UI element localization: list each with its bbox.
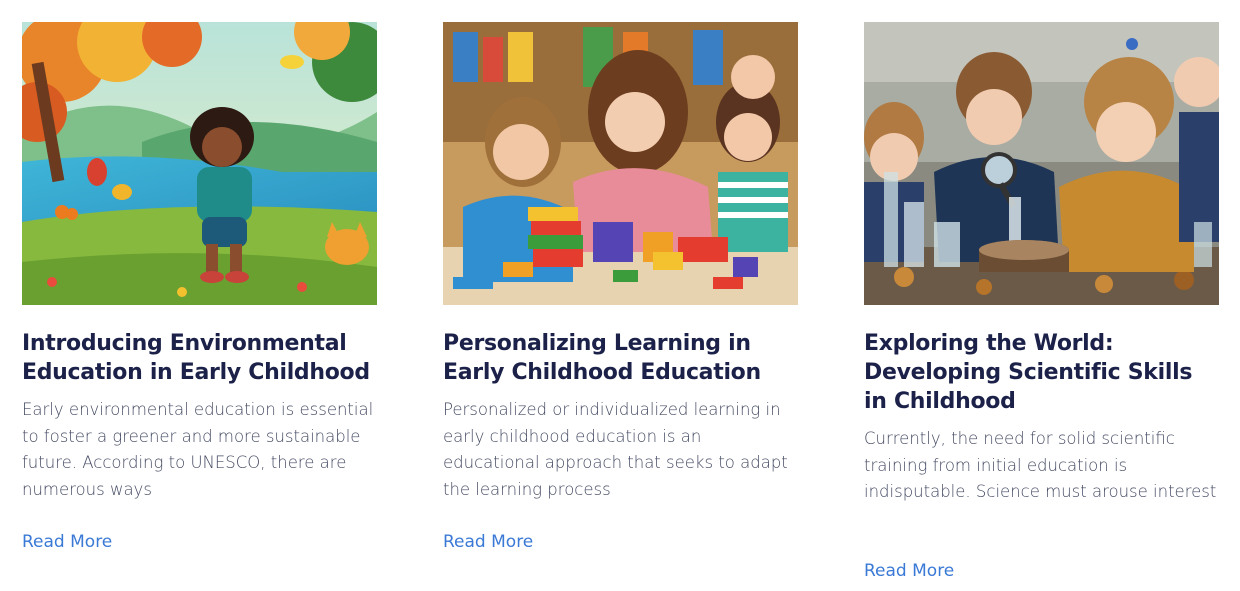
children-playing-with-blocks-photo <box>443 22 798 305</box>
read-more-link[interactable]: Read More <box>22 532 112 552</box>
article-excerpt: Personalized or individualized learning … <box>443 400 788 499</box>
article-thumbnail[interactable] <box>22 22 377 305</box>
child-in-nature-illustration <box>22 22 377 305</box>
article-title[interactable]: Introducing Environmental Education in E… <box>22 329 377 387</box>
article-thumbnail[interactable] <box>864 22 1219 305</box>
read-more-link[interactable]: Read More <box>443 532 533 552</box>
blog-grid: Introducing Environmental Education in E… <box>0 0 1240 591</box>
article-title[interactable]: Exploring the World: Developing Scientif… <box>864 329 1219 416</box>
article-thumbnail[interactable] <box>443 22 798 305</box>
article-card-scientific-skills: Exploring the World: Developing Scientif… <box>864 22 1219 581</box>
article-title[interactable]: Personalizing Learning in Early Childhoo… <box>443 329 798 387</box>
article-excerpt: Early environmental education is essenti… <box>22 400 374 499</box>
read-more-link[interactable]: Read More <box>864 561 954 581</box>
article-card-environmental-education: Introducing Environmental Education in E… <box>22 22 377 552</box>
children-with-magnifying-glass-photo <box>864 22 1219 305</box>
article-card-personalized-learning: Personalizing Learning in Early Childhoo… <box>443 22 798 552</box>
article-excerpt: Currently, the need for solid scientific… <box>864 429 1217 501</box>
